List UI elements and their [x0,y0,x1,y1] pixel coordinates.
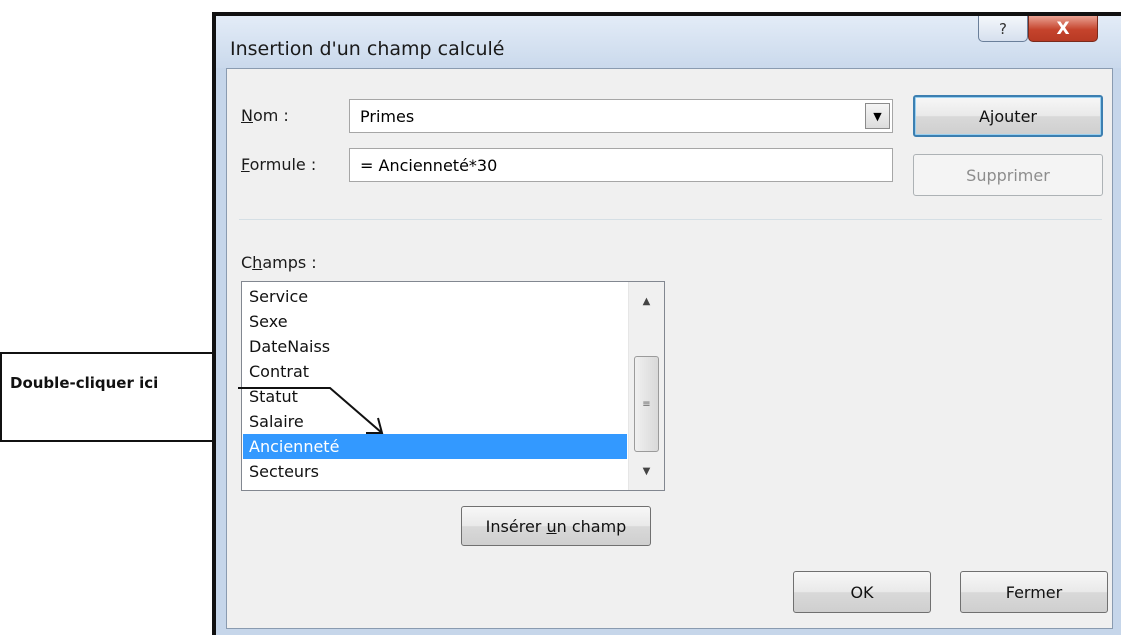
chevron-up-icon: ▲ [642,295,651,307]
formula-input[interactable]: = Ancienneté*30 [349,148,893,182]
field-list-item[interactable]: DateNaiss [243,334,627,359]
field-list-item[interactable]: Salaire [243,409,627,434]
vertical-scrollbar[interactable]: ▲ ≡ ▼ [628,282,664,490]
fields-listbox[interactable]: Service Sexe DateNaiss Contrat Statut Salaire… [241,281,665,491]
callout-text: Double-cliquer ici [10,374,159,392]
delete-button[interactable]: Supprimer [913,154,1103,196]
field-list-item[interactable]: Ancienneté [243,434,627,459]
delete-button-label: Supprimer [966,165,1050,185]
scroll-down-arrow[interactable]: ▼ [629,458,664,484]
fields-label: Champs : [241,253,317,272]
close-button[interactable]: Fermer [960,571,1108,613]
ok-button[interactable]: OK [793,571,931,613]
field-list-item[interactable]: Sexe [243,309,627,334]
formula-value: = Ancienneté*30 [360,156,498,175]
field-list-item[interactable]: Contrat [243,359,627,384]
insert-field-button[interactable]: Insérer un champ [461,506,651,546]
name-value: Primes [360,107,415,126]
add-button[interactable]: Ajouter [913,95,1103,137]
close-icon: X [1056,18,1070,39]
help-icon: ? [999,19,1007,38]
field-list-item[interactable]: Secteurs [243,459,627,484]
grip-icon: ≡ [642,398,651,410]
formula-label: Formule : [241,155,317,174]
ok-button-label: OK [850,582,874,602]
chevron-down-icon: ▼ [873,109,882,123]
field-list-item[interactable]: Statut [243,384,627,409]
field-list-item[interactable]: Service [243,284,627,309]
scroll-up-arrow[interactable]: ▲ [629,288,664,314]
dialog-content: Nom : Primes ▼ Formule : = Ancienneté*30… [226,68,1113,629]
name-label: Nom : [241,106,289,125]
title-bar: Insertion d'un champ calculé ? X [216,16,1121,68]
chevron-down-icon: ▼ [642,465,651,477]
annotation-callout: Double-cliquer ici [0,352,222,442]
separator [239,219,1102,220]
calculated-field-dialog: Insertion d'un champ calculé ? X Nom : P… [212,12,1121,635]
dropdown-arrow-button[interactable]: ▼ [865,103,890,129]
help-button[interactable]: ? [978,16,1028,42]
scroll-thumb[interactable]: ≡ [634,356,659,452]
add-button-label: Ajouter [978,106,1037,126]
name-combobox[interactable]: Primes ▼ [349,99,893,133]
dialog-title: Insertion d'un champ calculé [230,38,505,60]
close-button-label: Fermer [1005,582,1063,602]
close-window-button[interactable]: X [1028,16,1098,42]
insert-field-button-label: Insérer un champ [485,516,627,536]
